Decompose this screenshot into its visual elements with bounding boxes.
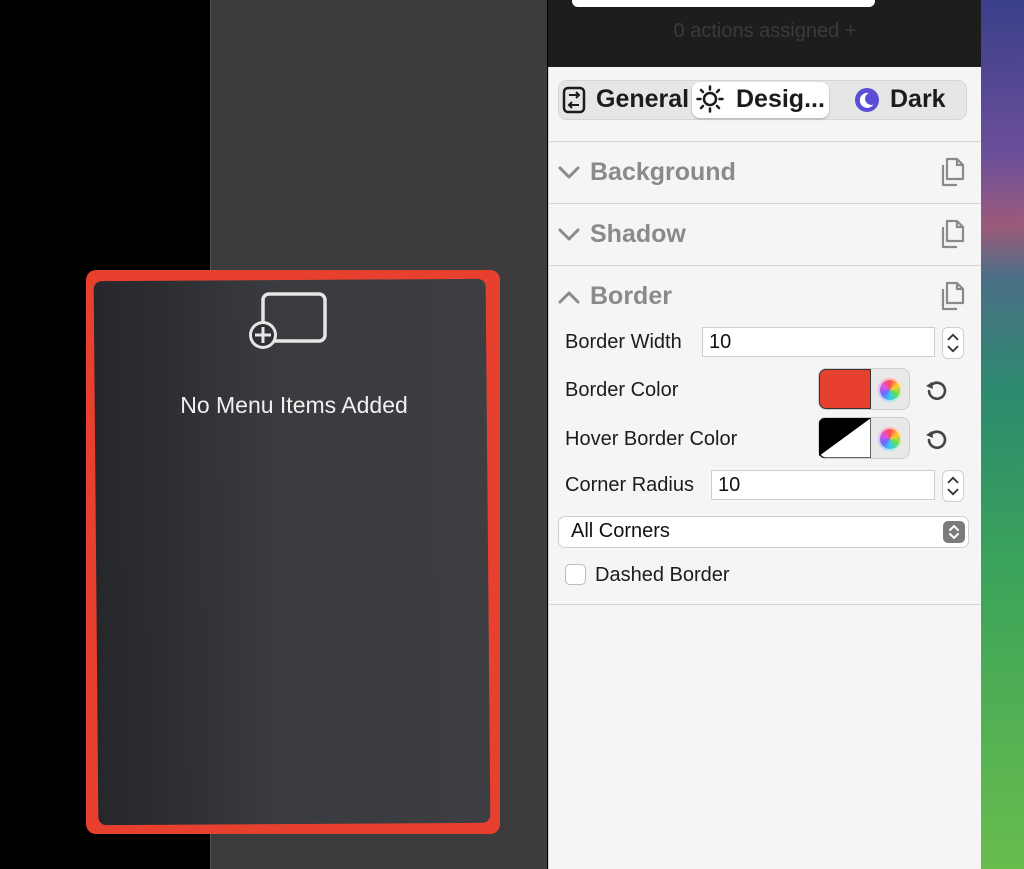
tab-design[interactable]: Desig... <box>736 85 825 114</box>
phone-rotate-icon <box>562 86 586 114</box>
tab-general[interactable]: General <box>596 85 689 114</box>
divider <box>548 141 981 142</box>
border-color-swatch[interactable] <box>819 369 871 409</box>
corner-radius-field[interactable]: 10 <box>711 470 935 500</box>
border-width-label: Border Width <box>565 331 682 353</box>
actions-assigned-link[interactable]: 0 actions assigned + <box>560 20 970 43</box>
border-width-stepper[interactable] <box>942 327 964 359</box>
chevron-down-icon[interactable] <box>558 166 580 180</box>
corner-radius-stepper[interactable] <box>942 470 964 502</box>
section-border-title[interactable]: Border <box>590 282 672 311</box>
desktop-wallpaper-edge <box>981 0 1024 869</box>
copy-icon[interactable] <box>939 157 965 187</box>
empty-menu-message: No Menu Items Added <box>180 392 408 418</box>
up-down-arrows-icon[interactable] <box>943 521 965 543</box>
moon-icon <box>855 88 879 112</box>
chevron-down-icon[interactable] <box>558 228 580 242</box>
color-wheel-icon[interactable] <box>878 378 902 402</box>
shortcut-field[interactable] <box>572 0 875 7</box>
dashed-border-checkbox[interactable] <box>565 564 586 585</box>
reset-icon[interactable] <box>923 427 949 453</box>
section-shadow-title[interactable]: Shadow <box>590 220 686 249</box>
copy-icon[interactable] <box>939 281 965 311</box>
add-menu-item-icon <box>249 292 327 349</box>
border-color-label: Border Color <box>565 379 679 401</box>
divider <box>548 604 981 605</box>
corner-radius-label: Corner Radius <box>565 474 694 496</box>
divider <box>548 265 981 266</box>
divider <box>548 203 981 204</box>
menu-preview <box>93 278 491 826</box>
chevron-up-icon[interactable] <box>558 290 580 304</box>
color-wheel-icon[interactable] <box>878 427 902 451</box>
tab-dark[interactable]: Dark <box>890 85 946 114</box>
hover-border-color-swatch[interactable] <box>819 418 871 458</box>
dashed-border-label[interactable]: Dashed Border <box>595 564 730 587</box>
reset-icon[interactable] <box>923 378 949 404</box>
sun-icon <box>696 85 724 113</box>
section-background-title[interactable]: Background <box>590 158 736 187</box>
corners-popup-value: All Corners <box>571 520 670 542</box>
copy-icon[interactable] <box>939 219 965 249</box>
border-width-field[interactable]: 10 <box>702 327 935 357</box>
hover-border-color-label: Hover Border Color <box>565 428 738 450</box>
